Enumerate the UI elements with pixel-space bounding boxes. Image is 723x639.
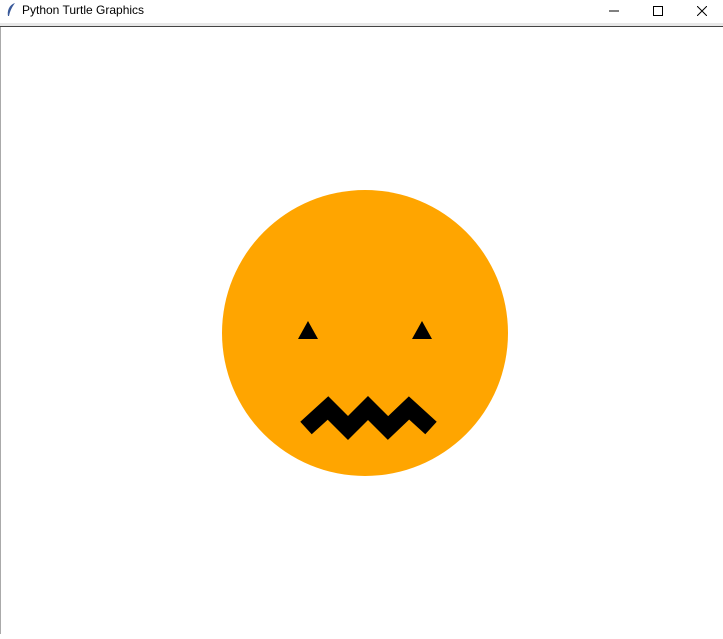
close-icon [697, 6, 707, 16]
feather-icon [7, 3, 15, 16]
minimize-button[interactable] [592, 0, 636, 22]
face [222, 190, 508, 476]
drawing [222, 190, 508, 476]
maximize-icon [653, 6, 663, 16]
window-title: Python Turtle Graphics [22, 3, 145, 17]
title-bar: Python Turtle Graphics [0, 0, 723, 22]
minimize-icon [609, 10, 619, 12]
maximize-button[interactable] [636, 0, 680, 22]
turtle-canvas[interactable] [0, 27, 723, 634]
close-button[interactable] [680, 0, 723, 22]
